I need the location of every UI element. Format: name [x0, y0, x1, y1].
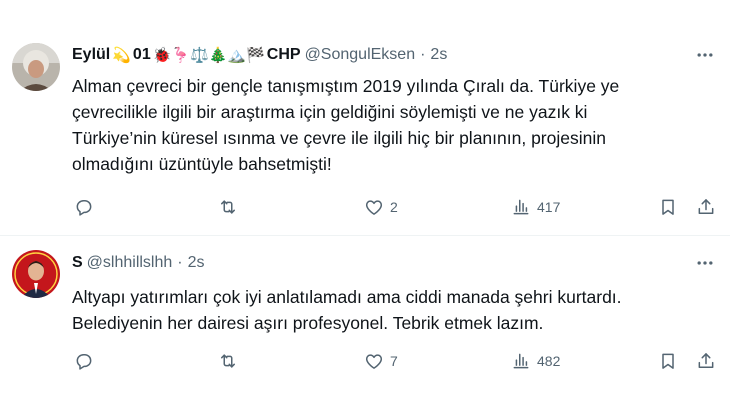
separator-dot: ·: [420, 46, 426, 63]
name-emoji: 💫: [112, 46, 131, 64]
tweet-actions: 7 482: [72, 349, 718, 373]
retweet-icon: [221, 354, 235, 368]
tweet-actions: 2 417: [72, 195, 718, 219]
views-button[interactable]: 482: [511, 349, 560, 373]
timestamp[interactable]: 2s: [188, 254, 205, 272]
bookmark-button[interactable]: [658, 349, 678, 373]
views-button[interactable]: 417: [511, 195, 560, 219]
like-count: 2: [390, 199, 398, 215]
display-name[interactable]: Eylül: [72, 46, 110, 64]
bookmark-icon: [662, 199, 674, 215]
heart-icon: [365, 354, 383, 369]
avatar[interactable]: [12, 250, 60, 298]
name-emojis: 🐞🦩⚖️🎄🏔️🏁: [152, 46, 265, 64]
retweet-button[interactable]: [218, 349, 244, 373]
party-name[interactable]: CHP: [267, 46, 301, 64]
handle[interactable]: @slhhillslhh: [87, 254, 173, 272]
share-icon: [698, 353, 714, 368]
tweet-header: S @slhhillslhh · 2s: [72, 252, 205, 274]
retweet-button[interactable]: [218, 195, 244, 219]
bookmark-icon: [662, 353, 674, 369]
reply-icon: [76, 200, 92, 216]
more-icon[interactable]: [690, 44, 720, 66]
retweet-icon: [221, 200, 235, 214]
view-count: 482: [537, 353, 561, 369]
heart-icon: [365, 200, 383, 215]
share-icon: [698, 199, 714, 214]
avatar[interactable]: [12, 43, 60, 91]
tweet-header: Eylül 💫 01 🐞🦩⚖️🎄🏔️🏁 CHP @SongulEksen · 2…: [72, 44, 447, 66]
more-icon[interactable]: [690, 252, 720, 274]
bookmark-button[interactable]: [658, 195, 678, 219]
handle[interactable]: @SongulEksen: [305, 46, 416, 64]
tweet-text: Alman çevreci bir gençle tanışmıştım 201…: [72, 76, 620, 174]
views-icon: [513, 353, 529, 369]
share-button[interactable]: [696, 195, 716, 219]
view-count: 417: [537, 199, 561, 215]
like-count: 7: [390, 353, 398, 369]
tweet[interactable]: Eylül 💫 01 🐞🦩⚖️🎄🏔️🏁 CHP @SongulEksen · 2…: [0, 0, 730, 236]
like-button[interactable]: 2: [364, 195, 398, 219]
display-name[interactable]: S: [72, 254, 83, 272]
tweet-text: Altyapı yatırımları çok iyi anlatılamadı…: [72, 287, 622, 333]
separator-dot: ·: [177, 254, 183, 271]
reply-button[interactable]: [74, 195, 100, 219]
timestamp[interactable]: 2s: [430, 46, 447, 64]
share-button[interactable]: [696, 349, 716, 373]
views-icon: [513, 199, 529, 215]
reply-button[interactable]: [74, 349, 100, 373]
reply-icon: [76, 354, 92, 370]
tweet[interactable]: S @slhhillslhh · 2s Altyapı yatırımları …: [0, 237, 730, 420]
like-button[interactable]: 7: [364, 349, 398, 373]
display-name-suffix[interactable]: 01: [133, 46, 151, 64]
